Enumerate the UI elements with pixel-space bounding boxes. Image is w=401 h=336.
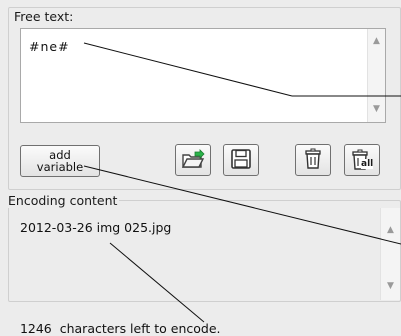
delete-button[interactable] — [295, 144, 331, 176]
free-text-scrollbar[interactable]: ▲ ▼ — [367, 29, 385, 122]
free-text-value: #ne# — [29, 39, 70, 54]
encoding-scroll-up-icon[interactable]: ▲ — [381, 224, 400, 236]
encoding-group — [8, 200, 401, 302]
status-line: 1246 characters left to encode. — [12, 306, 221, 336]
add-variable-button[interactable]: add variable — [20, 145, 100, 177]
trash-all-icon: all — [350, 149, 374, 171]
save-icon — [230, 148, 252, 173]
delete-all-button[interactable]: all — [344, 144, 380, 176]
encoding-label: Encoding content — [6, 193, 120, 208]
encoding-scrollbar[interactable]: ▲ ▼ — [380, 208, 400, 300]
free-text-input[interactable]: #ne# ▲ ▼ — [20, 28, 386, 123]
save-button[interactable] — [223, 144, 259, 176]
trash-icon — [303, 148, 323, 173]
free-text-label: Free text: — [12, 9, 76, 24]
folder-open-icon — [181, 148, 205, 172]
chars-left-count: 1246 — [19, 321, 52, 336]
scroll-down-arrow-icon[interactable]: ▼ — [368, 103, 385, 115]
add-variable-line2: variable — [36, 160, 84, 174]
trash-all-sub-label: all — [361, 159, 374, 169]
scroll-up-arrow-icon[interactable]: ▲ — [368, 35, 385, 47]
chars-left-text: characters left to encode. — [59, 321, 221, 336]
open-file-button[interactable] — [175, 144, 211, 176]
encoding-scroll-down-icon[interactable]: ▼ — [381, 280, 400, 292]
encoding-value: 2012-03-26 img 025.jpg — [20, 220, 172, 235]
